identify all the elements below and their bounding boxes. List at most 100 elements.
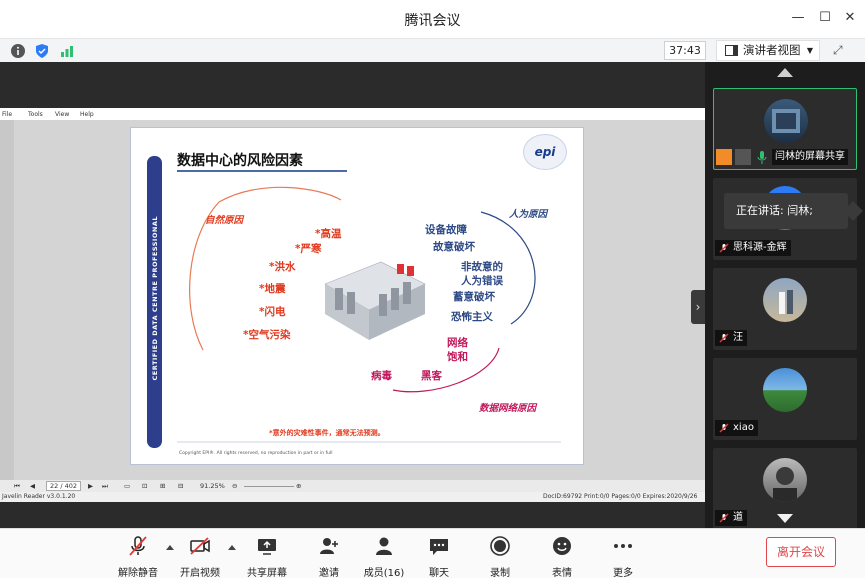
risk-sabotage: 蓄意破坏 — [453, 291, 495, 303]
window-title: 腾讯会议 — [404, 13, 461, 29]
first-page-button[interactable]: ⏮ — [14, 482, 20, 491]
pdf-toolbar: ⏮ ◀ 22 / 402 ▶ ⏭ ▭ ⊡ ⊞ ⊟ 91.25% ⊖ ⊕ — [0, 480, 705, 492]
info-icon[interactable] — [10, 43, 26, 59]
mic-muted-icon — [129, 536, 147, 556]
grid-view-icon[interactable]: ⊟ — [178, 482, 183, 490]
participants-panel: 闫林的屏幕共享 思科源-金辉 汪 xiao 道 — [705, 62, 865, 530]
mic-off-icon — [719, 243, 729, 253]
share-status-icons — [716, 149, 770, 165]
zoom-out-icon[interactable]: ⊖ — [232, 482, 237, 490]
meeting-toolbar: 解除静音 开启视频 共享屏幕 邀请 成员(16) 聊天 录制 表情 更多 离开会… — [0, 528, 865, 579]
category-natural: 自然原因 — [205, 215, 244, 226]
meeting-status-bar: 37:43 演讲者视图 ▼ ⤢ — [0, 38, 865, 62]
pdf-menu-view[interactable]: View — [55, 111, 69, 118]
share-screen-button[interactable]: 共享屏幕 — [239, 535, 295, 579]
chat-button[interactable]: 聊天 — [411, 535, 467, 579]
risk-severe-cold: *严寒 — [295, 243, 322, 255]
emoji-button[interactable]: 表情 — [534, 535, 590, 579]
last-page-button[interactable]: ⏭ — [102, 482, 108, 491]
meeting-timer: 37:43 — [664, 41, 706, 60]
risk-network: 网络 — [447, 337, 468, 349]
participant-tile[interactable]: 汪 — [713, 268, 857, 350]
fullscreen-icon[interactable]: ⤢ — [833, 43, 843, 58]
participant-tile[interactable]: 闫林的屏幕共享 — [713, 88, 857, 170]
share-screen-icon — [258, 539, 276, 555]
maximize-button[interactable]: ☐ — [817, 10, 833, 26]
more-button[interactable]: 更多 — [595, 535, 651, 579]
avatar — [763, 278, 807, 322]
mic-off-icon — [719, 513, 729, 523]
video-options-caret[interactable] — [228, 545, 236, 550]
scroll-up-icon[interactable] — [777, 68, 793, 77]
screen-share-icon — [735, 149, 751, 165]
risk-earthquake: *地震 — [259, 283, 286, 295]
record-button[interactable]: 录制 — [472, 535, 528, 579]
title-bar: 腾讯会议 — ☐ ✕ — [0, 0, 865, 38]
participant-name: 闫林的屏幕共享 — [772, 149, 848, 165]
app-version: Javelin Reader v3.0.1.20 — [2, 493, 76, 500]
risk-saturation: 饱和 — [447, 351, 468, 363]
pdf-canvas: CERTIFIED DATA CENTRE PROFESSIONAL 数据中心的… — [14, 120, 705, 480]
participant-name: xiao — [715, 420, 758, 436]
participant-name: 思科源-金辉 — [715, 240, 791, 256]
view-label: 演讲者视图 — [743, 43, 801, 57]
prev-page-button[interactable]: ◀ — [30, 482, 35, 490]
risk-intentional-damage: 故意破坏 — [433, 241, 475, 253]
minimize-button[interactable]: — — [790, 10, 806, 26]
scroll-down-icon[interactable] — [777, 514, 793, 523]
shared-screen: File Tools View Help CERTIFIED DATA CENT… — [0, 62, 705, 528]
zoom-slider[interactable] — [244, 486, 294, 487]
mic-off-icon — [719, 333, 729, 343]
unmute-button[interactable]: 解除静音 — [110, 535, 166, 579]
doc-status-info: DocID:69792 Print:0/0 Pages:0/0 Expires:… — [543, 493, 698, 500]
bookmark-icon[interactable]: ⊡ — [142, 482, 147, 490]
pdf-menu-help[interactable]: Help — [80, 111, 94, 118]
shield-icon[interactable] — [34, 43, 50, 59]
chat-icon — [430, 539, 448, 555]
two-page-icon[interactable]: ⊞ — [160, 482, 165, 490]
host-icon — [716, 149, 732, 165]
start-video-button[interactable]: 开启视频 — [172, 535, 228, 579]
leave-meeting-button[interactable]: 离开会议 — [766, 537, 836, 567]
more-dots-icon — [614, 544, 632, 548]
toggle-panel-button[interactable]: › — [691, 290, 705, 324]
chevron-down-icon: ▼ — [806, 46, 813, 55]
risk-air-pollution: *空气污染 — [243, 329, 291, 341]
close-button[interactable]: ✕ — [842, 10, 858, 26]
zoom-level[interactable]: 91.25% — [200, 482, 225, 490]
risk-equipment-failure: 设备故障 — [425, 224, 467, 236]
zoom-in-icon[interactable]: ⊕ — [296, 482, 301, 490]
risk-flood: *洪水 — [269, 261, 296, 273]
page-indicator[interactable]: 22 / 402 — [46, 481, 81, 491]
participant-tile[interactable]: xiao — [713, 358, 857, 440]
invite-button[interactable]: 邀请 — [301, 535, 357, 579]
risk-virus: 病毒 — [371, 370, 392, 382]
pdf-menu-file[interactable]: File — [2, 111, 12, 118]
signal-icon[interactable] — [59, 43, 75, 59]
people-icon — [376, 537, 392, 555]
camera-off-icon — [190, 537, 210, 555]
pdf-reader-window: File Tools View Help CERTIFIED DATA CENT… — [0, 108, 705, 502]
layout-icon — [725, 45, 738, 56]
category-network: 数据网络原因 — [479, 403, 537, 414]
mic-off-icon — [719, 423, 729, 433]
next-page-button[interactable]: ▶ — [88, 482, 93, 490]
avatar — [763, 458, 807, 502]
category-human: 人为原因 — [509, 209, 548, 220]
pdf-menu-tools[interactable]: Tools — [28, 111, 43, 118]
slide-footnote: *意外的灾难性事件，通常无法预测。 — [269, 429, 385, 437]
speaker-view-button[interactable]: 演讲者视图 ▼ — [716, 40, 820, 61]
single-page-icon[interactable]: ▭ — [124, 482, 130, 490]
risk-human-error: 人为错误 — [461, 275, 503, 287]
participant-name: 道 — [715, 510, 747, 526]
risk-lightning: *闪电 — [259, 306, 286, 318]
slide-page: CERTIFIED DATA CENTRE PROFESSIONAL 数据中心的… — [130, 127, 584, 465]
smile-icon — [553, 537, 571, 555]
mic-on-icon — [754, 149, 770, 165]
risk-high-temperature: *高温 — [315, 228, 342, 240]
risk-hacker: 黑客 — [421, 370, 442, 382]
avatar — [763, 368, 807, 412]
speaking-indicator: 正在讲话: 闫林; — [724, 193, 848, 229]
pdf-statusbar: Javelin Reader v3.0.1.20 DocID:69792 Pri… — [0, 492, 705, 502]
members-button[interactable]: 成员(16) — [356, 535, 412, 579]
